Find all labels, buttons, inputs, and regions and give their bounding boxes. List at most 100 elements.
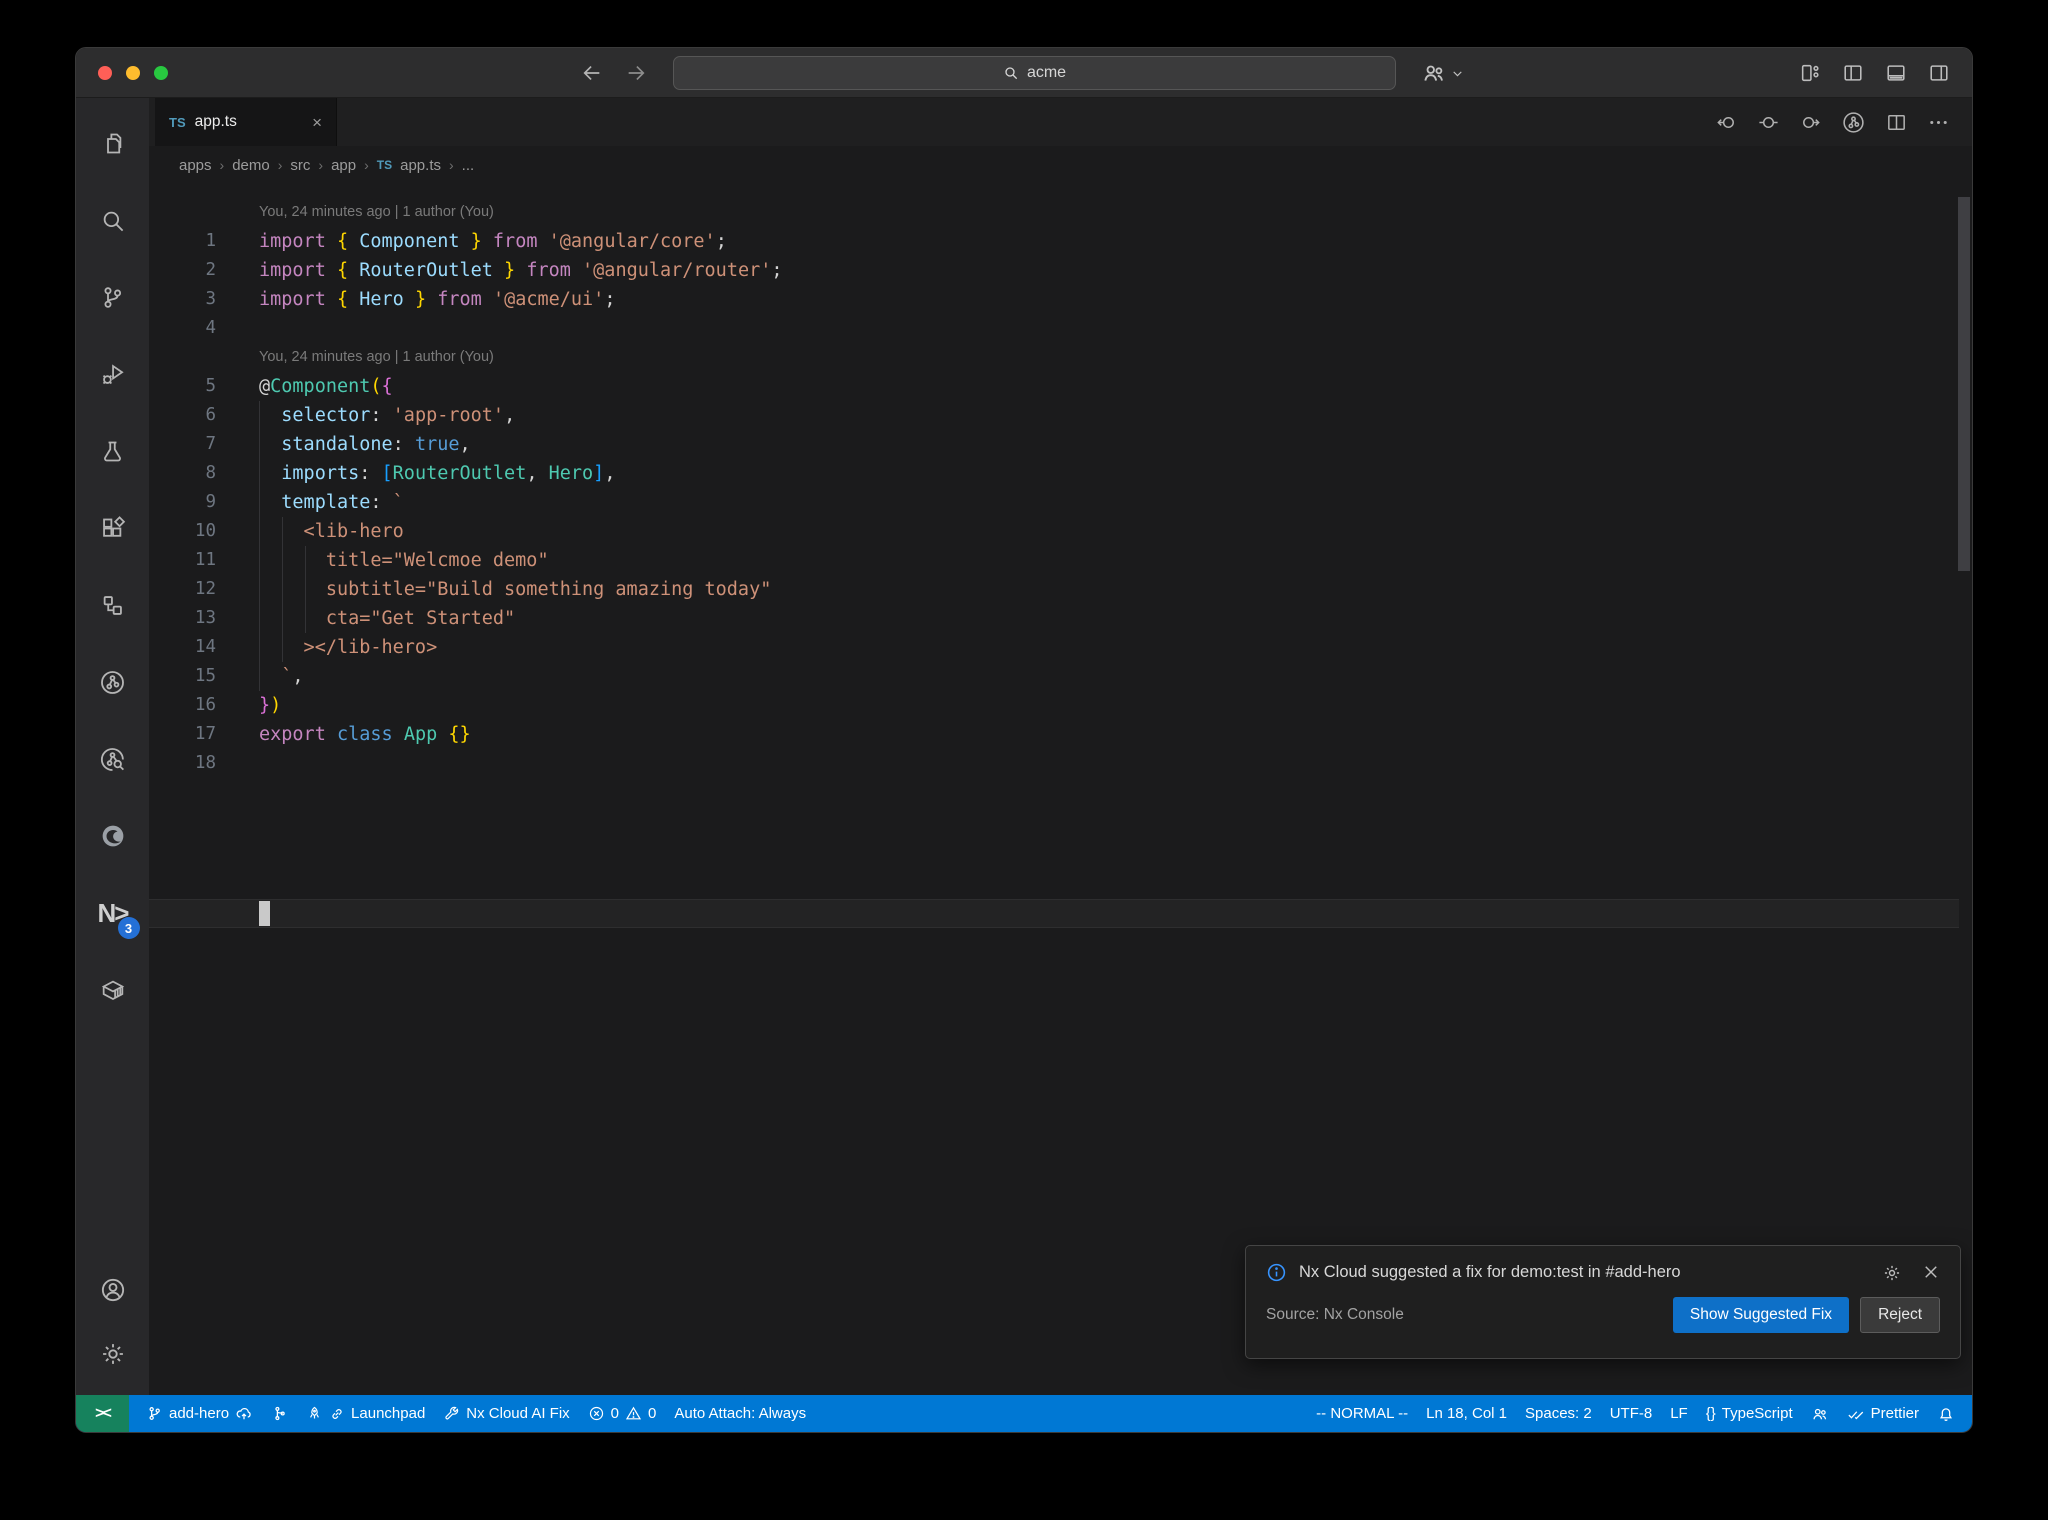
line-number[interactable]: 4 [149,314,216,343]
nav-edit-forward-icon[interactable] [1799,111,1822,134]
line-number[interactable]: 9 [149,488,216,517]
more-actions-icon[interactable] [1927,111,1950,134]
vertical-scrollbar[interactable] [1958,197,1970,571]
code-line[interactable]: 2 import { RouterOutlet } from '@angular/… [149,256,1972,285]
formatter-status[interactable]: Prettier [1838,1395,1928,1432]
activity-search[interactable] [90,197,136,243]
line-number[interactable]: 10 [149,517,216,546]
tab-bar: TS app.ts × [149,98,1972,146]
activity-containers[interactable] [90,967,136,1013]
show-suggested-fix-button[interactable]: Show Suggested Fix [1672,1297,1850,1333]
activity-edge-browser[interactable] [90,813,136,859]
split-editor-icon[interactable] [1885,111,1908,134]
line-number[interactable]: 18 [149,749,216,778]
code-line[interactable]: 16}) [149,691,1972,720]
reject-button[interactable]: Reject [1860,1297,1940,1333]
breadcrumb-item[interactable]: apps [179,157,212,174]
code-line[interactable]: 9 template: ` [149,488,1972,517]
navigate-forward-icon[interactable] [625,62,647,84]
code-line[interactable]: 7 standalone: true, [149,430,1972,459]
cursor-position-status[interactable]: Ln 18, Col 1 [1417,1395,1516,1432]
customize-layout-icon[interactable] [1799,62,1821,84]
profile-menu[interactable] [1421,60,1464,86]
notifications-bell-status[interactable] [1928,1395,1964,1432]
toggle-secondary-sidebar-icon[interactable] [1928,62,1950,84]
git-branch-status[interactable]: add-hero [137,1395,262,1432]
breadcrumb-item[interactable]: app [331,157,356,174]
line-number[interactable]: 15 [149,662,216,691]
line-number[interactable]: 11 [149,546,216,575]
nx-run-target-icon[interactable] [1841,110,1866,135]
activity-testing[interactable] [90,428,136,474]
activity-nx-console[interactable]: N> 3 [90,890,140,939]
activity-run-debug[interactable] [90,351,136,397]
activity-nx-projects[interactable] [90,582,136,628]
code-line[interactable]: 1 import { Component } from '@angular/cor… [149,227,1972,256]
activity-nx-graph-search[interactable] [90,736,136,782]
nav-edit-location-icon[interactable] [1757,111,1780,134]
code-line[interactable]: 8 imports: [RouterOutlet, Hero], [149,459,1972,488]
vim-mode-status[interactable]: -- NORMAL -- [1307,1395,1417,1432]
line-number[interactable]: 5 [149,372,216,401]
line-number[interactable]: 14 [149,633,216,662]
code-line[interactable]: 14 ></lib-hero> [149,633,1972,662]
code-line[interactable]: 18 [149,749,1972,778]
close-tab-icon[interactable]: × [312,114,322,131]
code-line[interactable]: 4 [149,314,1972,343]
navigate-back-icon[interactable] [581,62,603,84]
auto-attach-status[interactable]: Auto Attach: Always [665,1395,815,1432]
line-number[interactable]: 17 [149,720,216,749]
code-line[interactable]: 12 subtitle="Build something amazing tod… [149,575,1972,604]
blame-annotation[interactable]: You, 24 minutes ago | 1 author (You) [149,198,1972,227]
close-window-button[interactable] [98,66,112,80]
minimize-window-button[interactable] [126,66,140,80]
indentation-status[interactable]: Spaces: 2 [1516,1395,1601,1432]
nav-edit-back-icon[interactable] [1715,111,1738,134]
line-number[interactable]: 8 [149,459,216,488]
toggle-primary-sidebar-icon[interactable] [1842,62,1864,84]
problems-status[interactable]: 0 0 [579,1395,666,1432]
activity-settings[interactable] [90,1331,136,1377]
code-line[interactable]: 11 title="Welcmoe demo" [149,546,1972,575]
line-number[interactable]: 3 [149,285,216,314]
toggle-panel-icon[interactable] [1885,62,1907,84]
breadcrumb-item[interactable]: demo [232,157,270,174]
tab-app-ts[interactable]: TS app.ts × [155,98,337,146]
encoding-status[interactable]: UTF-8 [1601,1395,1662,1432]
remote-indicator[interactable]: >< [76,1395,129,1432]
activity-source-control[interactable] [90,274,136,320]
eol-status[interactable]: LF [1661,1395,1697,1432]
code-line[interactable]: 17 export class App {} [149,720,1972,749]
line-number[interactable]: 6 [149,401,216,430]
line-number[interactable]: 7 [149,430,216,459]
code-line[interactable]: 13 cta="Get Started" [149,604,1972,633]
source-control-graph-status[interactable] [262,1395,297,1432]
language-mode-status[interactable]: {} TypeScript [1697,1395,1802,1432]
code-line[interactable]: 6 selector: 'app-root', [149,401,1972,430]
code-line[interactable]: 5 @Component({ [149,372,1972,401]
breadcrumb-item[interactable]: src [290,157,310,174]
line-number[interactable]: 13 [149,604,216,633]
notification-settings-gear-icon[interactable] [1882,1263,1902,1283]
nx-cloud-ai-fix-status[interactable]: Nx Cloud AI Fix [434,1395,578,1432]
activity-explorer[interactable] [90,120,136,166]
activity-accounts[interactable] [90,1267,136,1313]
line-number[interactable]: 1 [149,227,216,256]
line-number[interactable]: 12 [149,575,216,604]
activity-extensions[interactable] [90,505,136,551]
blame-annotation[interactable]: You, 24 minutes ago | 1 author (You) [149,343,1972,372]
maximize-window-button[interactable] [154,66,168,80]
line-number[interactable]: 16 [149,691,216,720]
feedback-status[interactable] [1802,1395,1838,1432]
notification-close-icon[interactable] [1922,1263,1940,1283]
line-number[interactable]: 2 [149,256,216,285]
code-line[interactable]: 10 <lib-hero [149,517,1972,546]
breadcrumb-file[interactable]: app.ts [400,157,441,174]
activity-nx-graph[interactable] [90,659,136,705]
code-editor[interactable]: You, 24 minutes ago | 1 author (You) 1 imp… [149,184,1972,1395]
launchpad-status[interactable]: Launchpad [297,1395,434,1432]
code-line[interactable]: 3 import { Hero } from '@acme/ui'; [149,285,1972,314]
code-line[interactable]: 15 `, [149,662,1972,691]
command-center-search[interactable]: acme [673,56,1396,90]
breadcrumb-more[interactable]: ... [462,157,475,174]
